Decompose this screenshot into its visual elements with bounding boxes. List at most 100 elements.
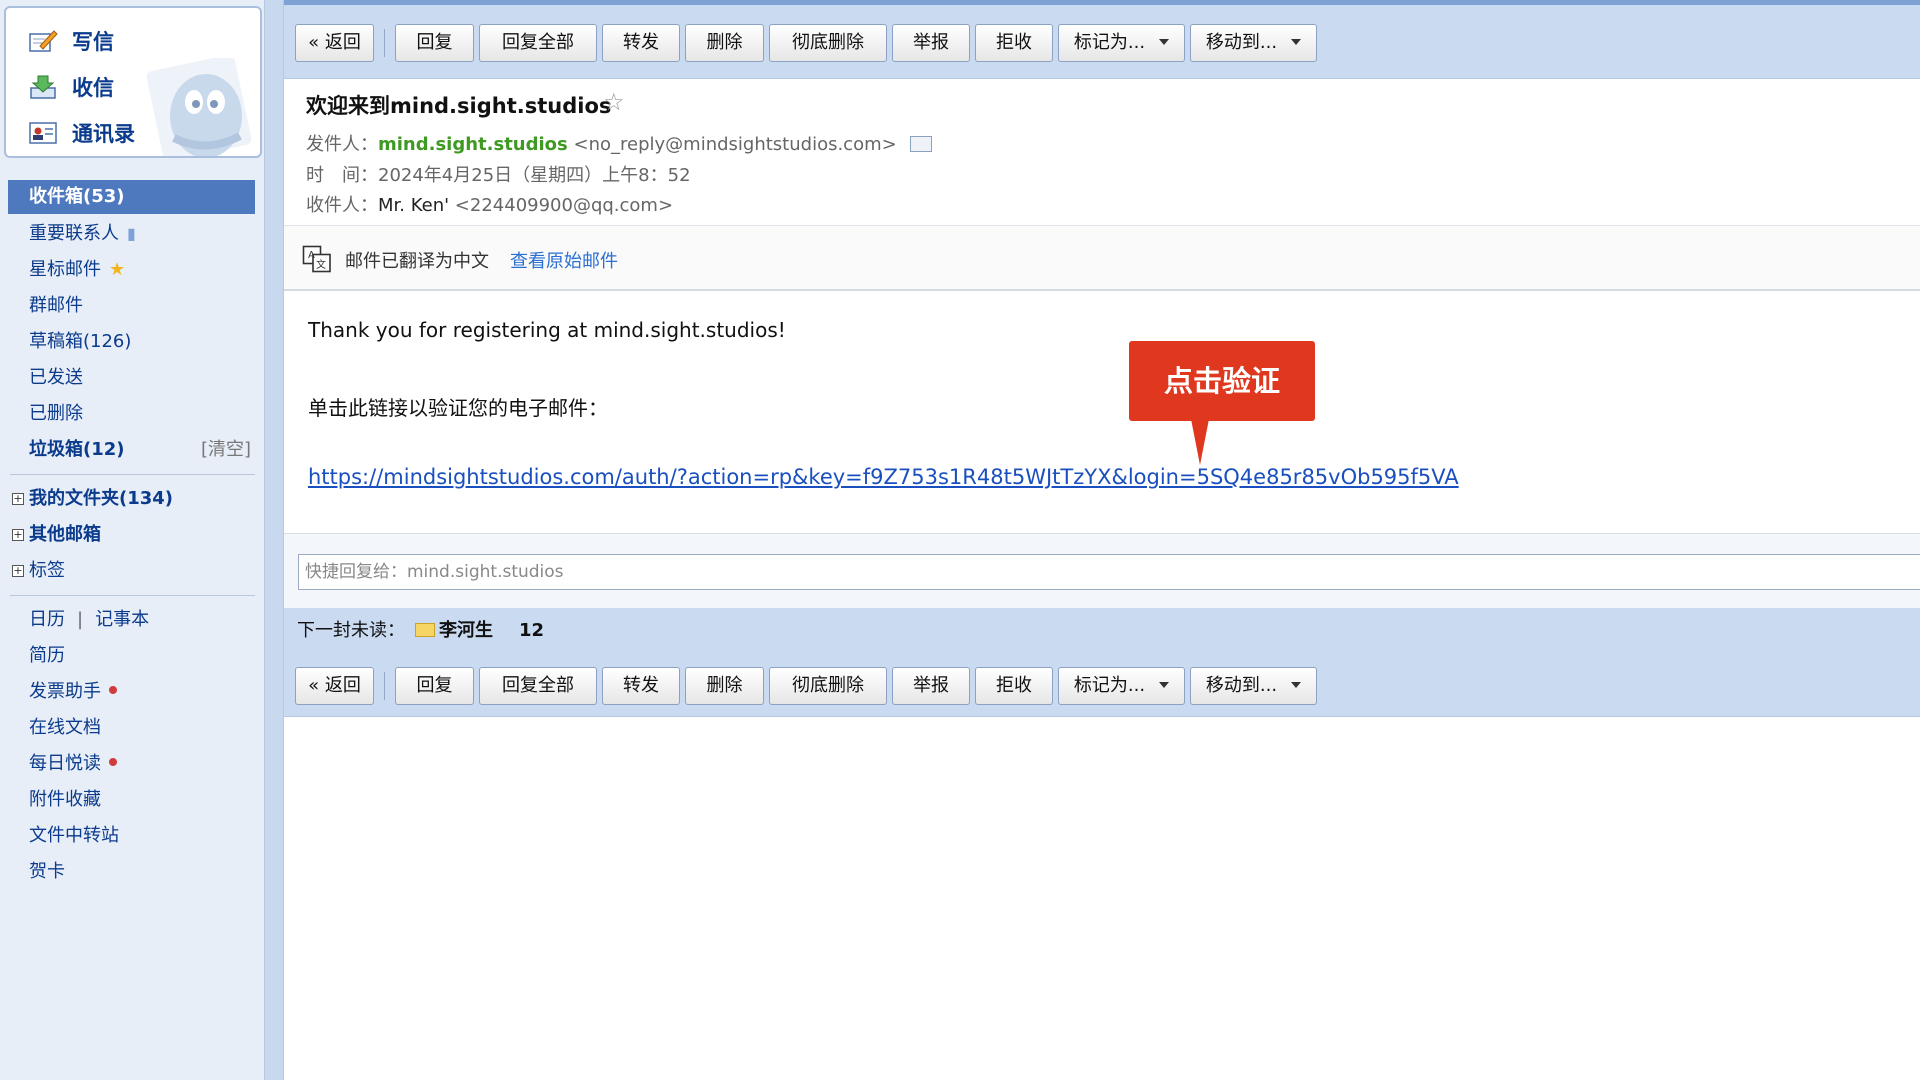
docs-label: 在线文档 xyxy=(29,717,101,738)
svg-text:文: 文 xyxy=(316,258,326,271)
reply-all-button[interactable]: 回复全部 xyxy=(479,24,597,62)
chevron-down-icon xyxy=(1291,39,1302,45)
recipient-row: 收件人：Mr. Ken' <224409900@qq.com> xyxy=(306,191,673,217)
reply-button[interactable]: 回复 xyxy=(395,24,474,62)
folder-inbox[interactable]: 收件箱(53) xyxy=(8,180,255,214)
envelope-icon xyxy=(415,623,435,637)
folder-group-mail[interactable]: 群邮件 xyxy=(0,288,265,324)
folder-sent-label: 已发送 xyxy=(29,367,83,388)
folder-starred-label: 星标邮件 xyxy=(29,259,101,280)
bookmark-icon: ▮ xyxy=(127,224,136,243)
tree-my-folders-label: 我的文件夹(134) xyxy=(29,488,174,509)
sender-row: 发件人：mind.sight.studios <no_reply@mindsig… xyxy=(306,130,933,156)
delete-button[interactable]: 删除 xyxy=(685,24,764,62)
card-label: 贺卡 xyxy=(29,861,65,882)
folder-drafts[interactable]: 草稿箱(126) xyxy=(0,324,265,360)
folder-deleted-label: 已删除 xyxy=(29,403,83,424)
quick-reply-input[interactable] xyxy=(298,554,1920,590)
receive-label: 收信 xyxy=(72,76,114,100)
folder-sent[interactable]: 已发送 xyxy=(0,360,265,396)
mail-subject: 欢迎来到mind.sight.studios xyxy=(306,94,612,118)
mark-as-dropdown[interactable]: 标记为... xyxy=(1058,667,1185,705)
folder-starred[interactable]: 星标邮件 ★ xyxy=(0,252,265,288)
invoice-assistant-link[interactable]: 发票助手 xyxy=(0,674,265,710)
report-button[interactable]: 举报 xyxy=(892,24,970,62)
permanent-delete-button[interactable]: 彻底删除 xyxy=(769,24,887,62)
next-unread-bar: 下一封未读： 李河生 12 xyxy=(284,608,1920,653)
daily-read-link[interactable]: 每日悦读 xyxy=(0,746,265,782)
folder-vip-label: 重要联系人 xyxy=(29,223,119,244)
expand-icon[interactable]: + xyxy=(12,565,24,577)
reject-button[interactable]: 拒收 xyxy=(975,24,1053,62)
quick-reply-area xyxy=(284,533,1920,608)
folder-deleted[interactable]: 已删除 xyxy=(0,396,265,432)
reject-button[interactable]: 拒收 xyxy=(975,667,1053,705)
next-unread-label: 下一封未读： xyxy=(297,620,405,641)
new-dot-icon xyxy=(109,758,117,766)
clear-spam-link[interactable]: [清空] xyxy=(201,432,251,468)
move-to-label: 移动到... xyxy=(1205,675,1278,696)
invoice-label: 发票助手 xyxy=(29,681,101,702)
expand-icon[interactable]: + xyxy=(12,529,24,541)
sidebar-quick-actions: 写信 收信 通讯录 xyxy=(4,6,262,158)
attachments-label: 附件收藏 xyxy=(29,789,101,810)
calendar-link[interactable]: 日历 xyxy=(29,609,65,630)
folder-spam[interactable]: 垃圾箱(12) [清空] xyxy=(0,432,265,468)
view-original-link[interactable]: 查看原始邮件 xyxy=(510,247,618,273)
time-value: 2024年4月25日（星期四）上午8：52 xyxy=(378,165,691,186)
forward-button[interactable]: 转发 xyxy=(602,667,680,705)
recipient-email: <224409900@qq.com> xyxy=(454,195,674,216)
mark-as-label: 标记为... xyxy=(1073,32,1146,53)
forward-button[interactable]: 转发 xyxy=(602,24,680,62)
file-transfer-link[interactable]: 文件中转站 xyxy=(0,818,265,854)
click-to-verify-callout: 点击验证 xyxy=(1129,341,1315,421)
back-button[interactable]: « 返回 xyxy=(295,24,374,62)
report-button[interactable]: 举报 xyxy=(892,667,970,705)
expand-icon[interactable]: + xyxy=(12,493,24,505)
tree-my-folders[interactable]: + 我的文件夹(134) xyxy=(0,481,265,517)
star-outline-icon[interactable]: ☆ xyxy=(603,88,625,116)
permanent-delete-button[interactable]: 彻底删除 xyxy=(769,667,887,705)
recipient-name[interactable]: Mr. Ken' xyxy=(378,195,449,216)
back-button[interactable]: « 返回 xyxy=(295,667,374,705)
resume-link[interactable]: 简历 xyxy=(0,638,265,674)
folder-group-label: 群邮件 xyxy=(29,295,83,316)
qq-penguin-mascot-icon xyxy=(146,58,252,156)
notepad-link[interactable]: 记事本 xyxy=(95,609,149,630)
online-docs-link[interactable]: 在线文档 xyxy=(0,710,265,746)
new-dot-icon xyxy=(109,686,117,694)
reply-all-button[interactable]: 回复全部 xyxy=(479,667,597,705)
folder-inbox-label: 收件箱(53) xyxy=(29,186,125,207)
tree-other-mailboxes[interactable]: + 其他邮箱 xyxy=(0,517,265,553)
chevron-down-icon xyxy=(1159,682,1170,688)
compose-label: 写信 xyxy=(72,30,114,54)
tree-tags[interactable]: + 标签 xyxy=(0,553,265,589)
attachment-collection-link[interactable]: 附件收藏 xyxy=(0,782,265,818)
mail-toolbar-bottom: « 返回 回复 回复全部 转发 删除 彻底删除 举报 拒收 标记为... 移动到… xyxy=(284,653,1920,717)
svg-text:A: A xyxy=(308,250,315,261)
toolbar-separator xyxy=(384,29,385,57)
tree-other-mailboxes-label: 其他邮箱 xyxy=(29,524,101,545)
delete-button[interactable]: 删除 xyxy=(685,667,764,705)
contact-card-icon[interactable] xyxy=(910,136,933,152)
sidebar-divider xyxy=(10,474,255,475)
receive-icon xyxy=(28,74,58,100)
contacts-button[interactable]: 通讯录 xyxy=(28,118,135,148)
sender-name[interactable]: mind.sight.studios xyxy=(378,134,568,155)
translated-notice: 邮件已翻译为中文 xyxy=(345,251,489,272)
to-label: 收件人： xyxy=(306,195,378,216)
mail-reader: « 返回 回复 回复全部 转发 删除 彻底删除 举报 拒收 标记为... 移动到… xyxy=(283,0,1920,1080)
reply-button[interactable]: 回复 xyxy=(395,667,474,705)
move-to-dropdown[interactable]: 移动到... xyxy=(1190,24,1317,62)
move-to-dropdown[interactable]: 移动到... xyxy=(1190,667,1317,705)
compose-button[interactable]: 写信 xyxy=(28,26,114,56)
receive-button[interactable]: 收信 xyxy=(28,72,114,102)
next-unread-sender[interactable]: 李河生 xyxy=(439,620,493,641)
folder-vip-contacts[interactable]: 重要联系人 ▮ xyxy=(0,216,265,252)
daily-read-label: 每日悦读 xyxy=(29,753,101,774)
verification-link[interactable]: https://mindsightstudios.com/auth/?actio… xyxy=(308,465,1459,489)
compose-icon xyxy=(28,28,58,54)
greeting-card-link[interactable]: 贺卡 xyxy=(0,854,265,890)
mark-as-dropdown[interactable]: 标记为... xyxy=(1058,24,1185,62)
chevron-down-icon xyxy=(1291,682,1302,688)
